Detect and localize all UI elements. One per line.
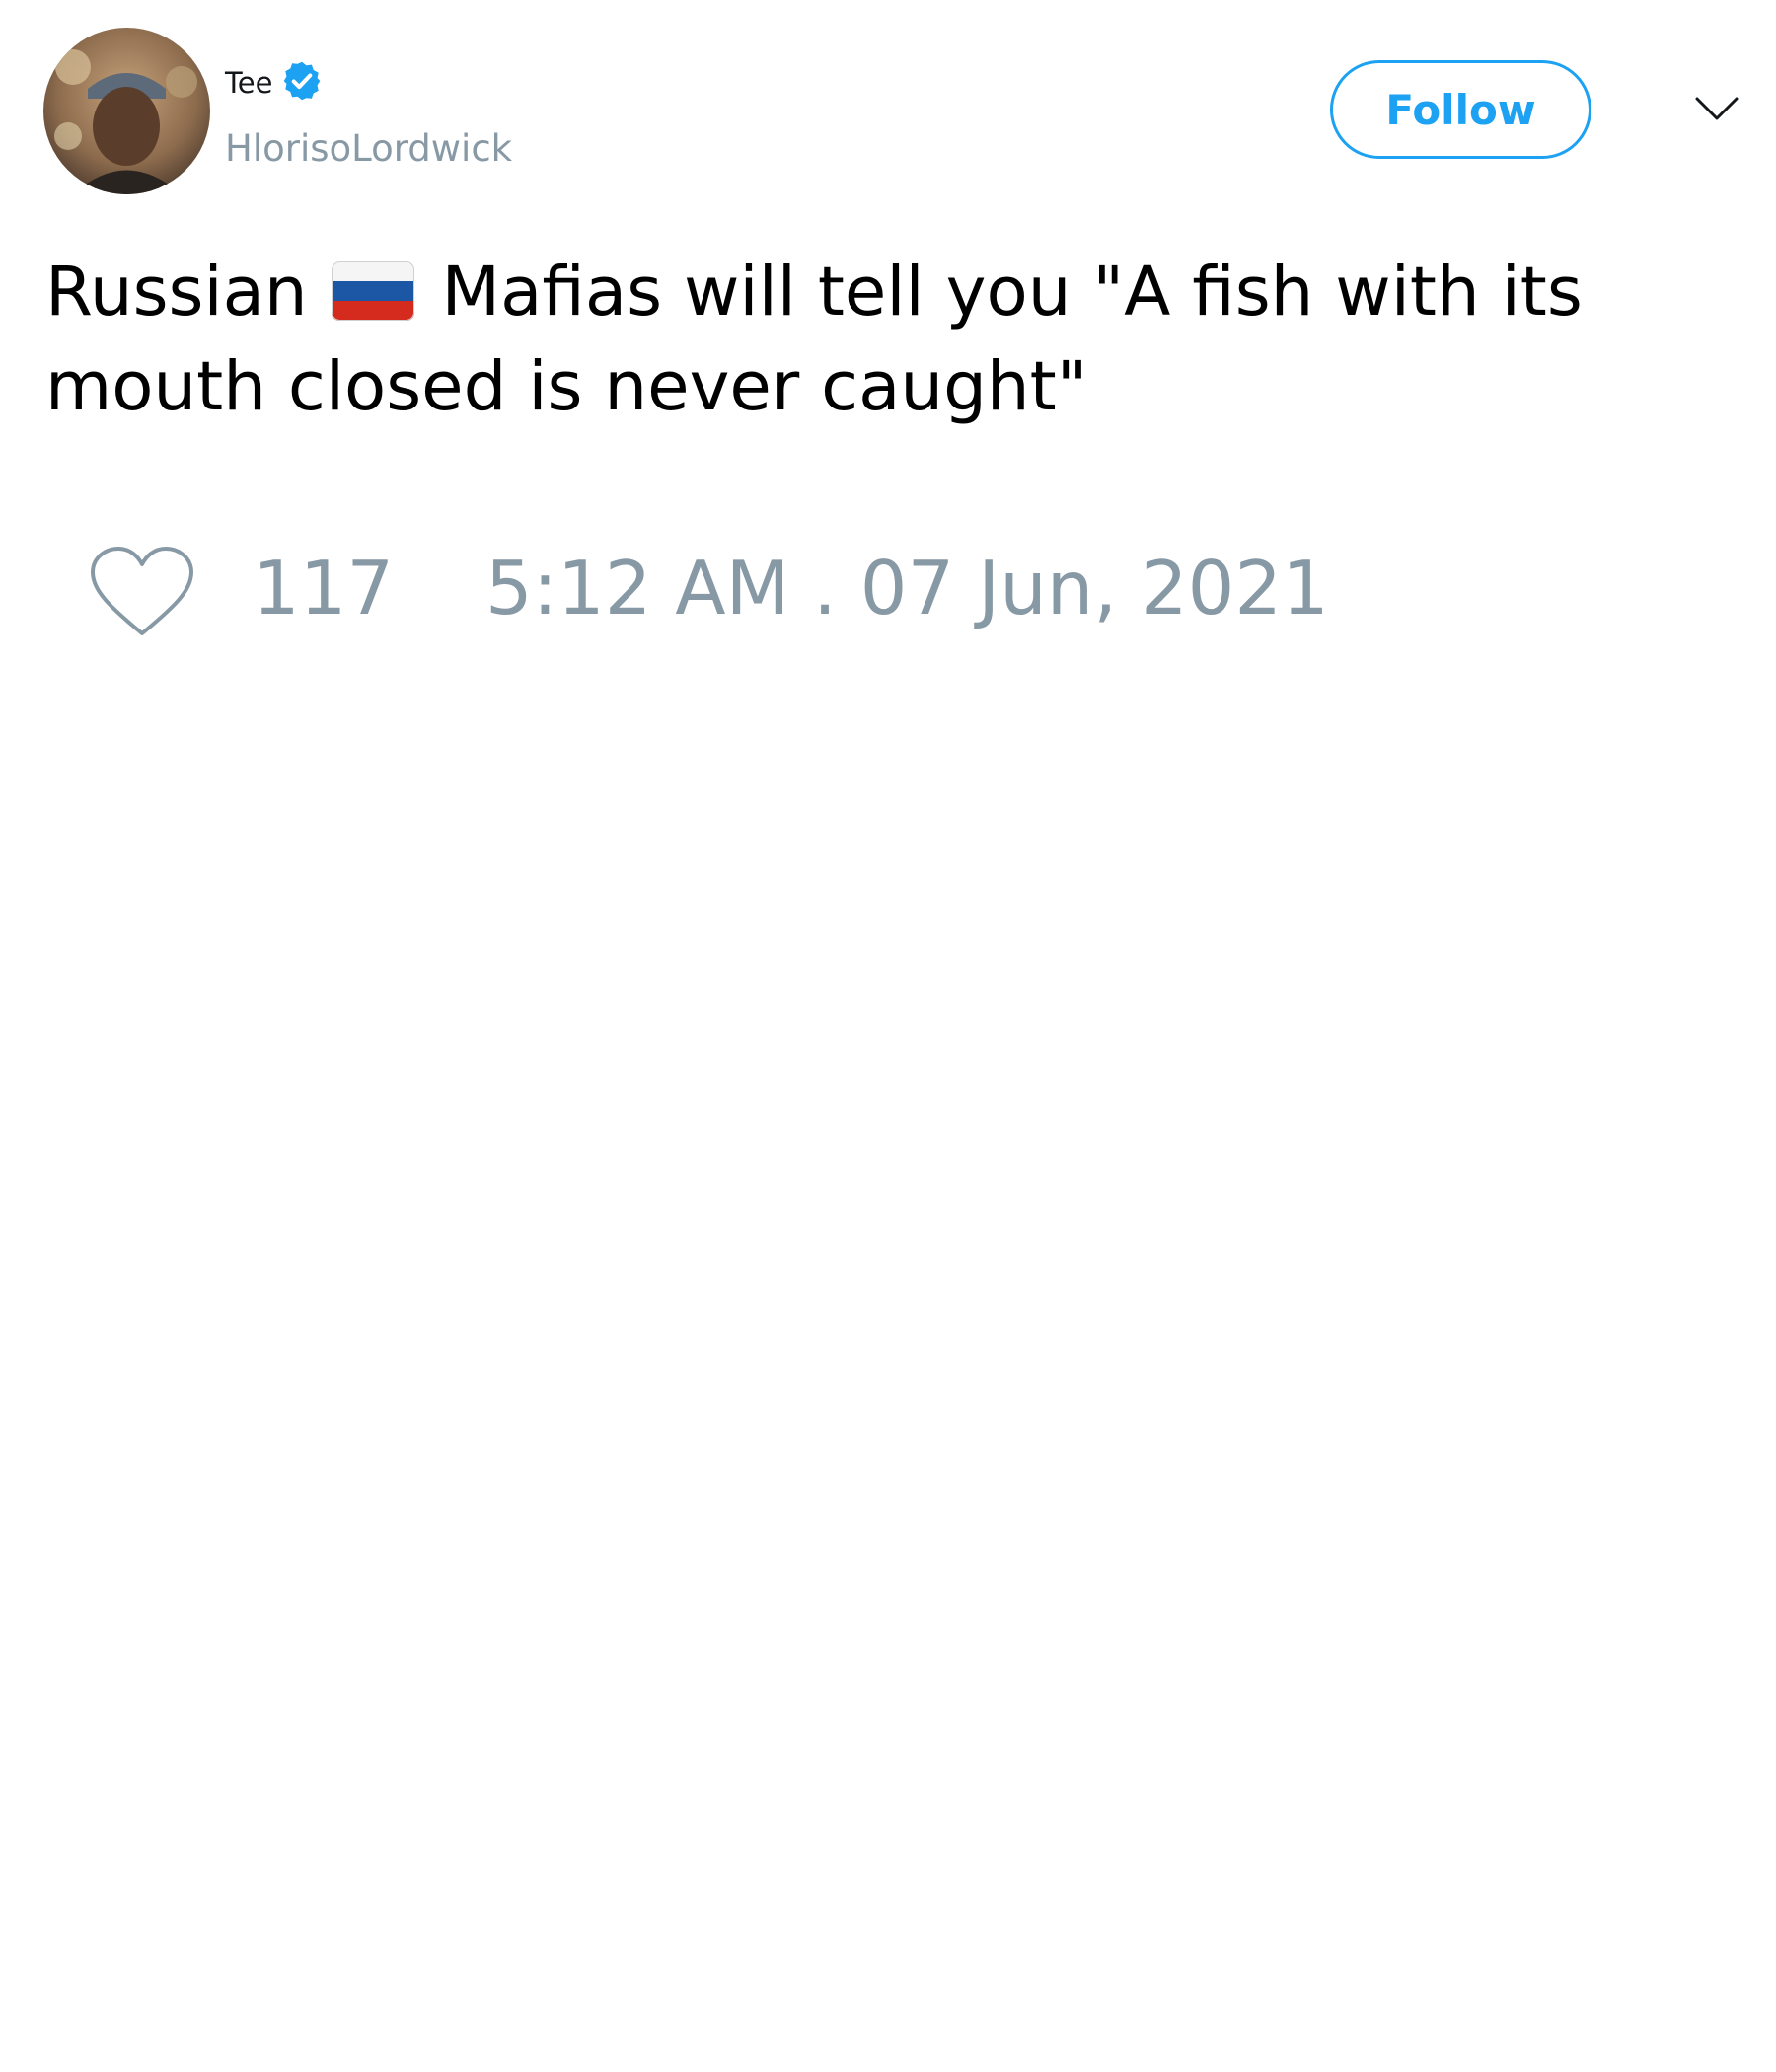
avatar-photo xyxy=(43,28,210,194)
verified-badge-icon xyxy=(284,61,321,101)
like-count: 117 xyxy=(253,545,395,631)
chevron-down-icon[interactable] xyxy=(1693,91,1740,126)
heart-icon[interactable] xyxy=(89,545,195,639)
tweet-card: Tee HlorisoLordwick Follow Russian Mafia… xyxy=(0,0,1776,2072)
display-name: Tee xyxy=(225,65,273,100)
follow-button[interactable]: Follow xyxy=(1330,60,1591,159)
timestamp[interactable]: 5:12 AM . 07 Jun, 2021 xyxy=(485,549,1329,628)
tweet-text-part-1: Russian xyxy=(45,253,308,332)
avatar[interactable] xyxy=(43,28,210,194)
russia-flag-icon xyxy=(331,261,414,321)
handle[interactable]: HlorisoLordwick xyxy=(225,130,512,167)
display-name-row[interactable]: Tee xyxy=(225,61,324,105)
tweet-text: Russian Mafias will tell you "A fish wit… xyxy=(45,245,1723,434)
